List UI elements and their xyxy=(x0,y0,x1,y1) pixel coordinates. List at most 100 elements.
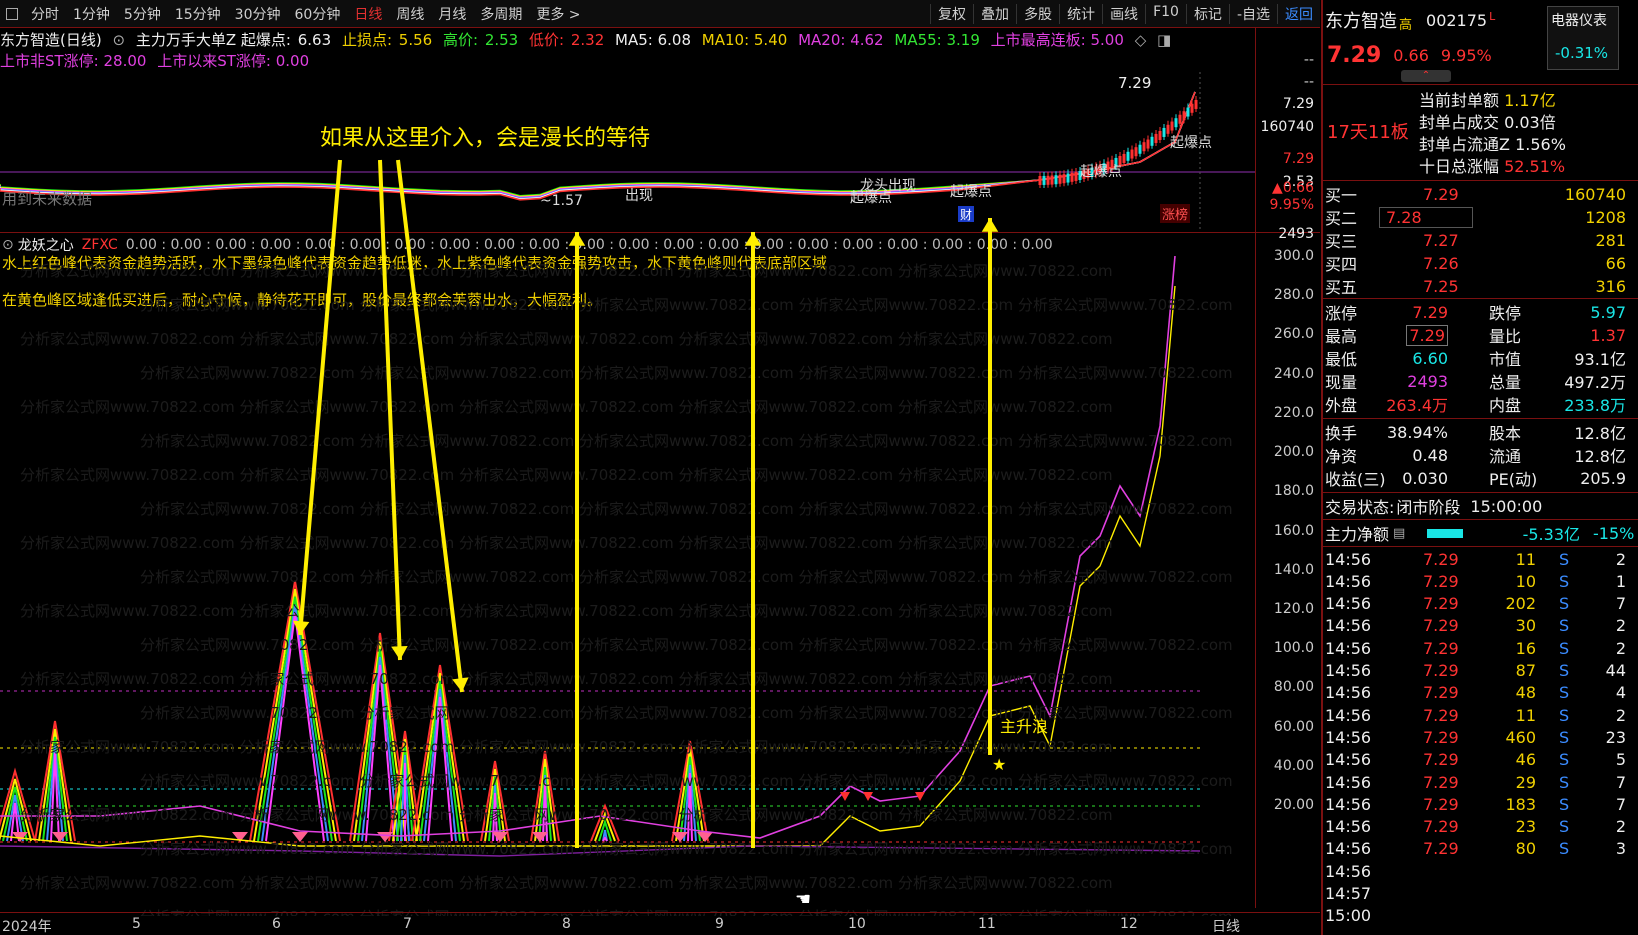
stat-label: 跌停 xyxy=(1489,304,1522,323)
bid-row: 买三 7.27 281 xyxy=(1323,228,1638,252)
price-change: 0.66 xyxy=(1393,45,1429,65)
axis-tick: 40.00 xyxy=(1273,757,1314,774)
tick-row: 14:56 7.29 10 S 1 xyxy=(1323,570,1638,592)
tick-side: S xyxy=(1559,571,1570,591)
axis-tick: 200.0 xyxy=(1273,444,1314,461)
stat-row: 外盘 263.4万 内盘 233.8万 xyxy=(1323,392,1638,416)
axis-top-label: 7.29 xyxy=(1282,151,1314,167)
axis-tick: 220.0 xyxy=(1273,404,1314,421)
time-label: 5 xyxy=(132,916,141,932)
indicator-chart[interactable]: 分析家公式网www.70822.com 分析家公式网www.70822.com … xyxy=(0,256,1255,916)
candle-body xyxy=(1178,114,1182,124)
period-tab[interactable]: 更多 > xyxy=(529,4,587,24)
tick-time: 14:56 xyxy=(1325,727,1372,747)
period-tab[interactable]: 周线 xyxy=(389,4,431,24)
seal-label: 当前封单额 xyxy=(1419,91,1500,110)
low-value: 2.32 xyxy=(570,31,605,49)
tick-side: S xyxy=(1559,817,1570,837)
bid-label: 买二 xyxy=(1325,209,1358,228)
candle-body xyxy=(1074,171,1078,181)
tick-volume: 183 xyxy=(1505,794,1536,814)
list-icon[interactable]: ▤ xyxy=(1393,526,1405,541)
toolbar-button[interactable]: 返回 xyxy=(1277,3,1320,24)
window-toggle-icon[interactable] xyxy=(6,7,18,20)
fund-row: 净资 0.48 流通 12.8亿 xyxy=(1323,443,1638,467)
period-tab[interactable]: 1分钟 xyxy=(66,4,117,24)
toolbar-button[interactable]: 叠加 xyxy=(973,3,1016,24)
bid-volume: 160740 xyxy=(1564,184,1626,204)
candle-body xyxy=(1174,118,1178,128)
rank-label[interactable]: 涨榜 xyxy=(1160,204,1191,223)
chart-label: ~1.57 xyxy=(540,193,583,209)
tick-row: 14:56 7.29 29 S 7 xyxy=(1323,771,1638,793)
period-label[interactable]: 日线 xyxy=(1212,916,1240,935)
tick-volume: 30 xyxy=(1515,616,1536,636)
period-tab[interactable]: 5分钟 xyxy=(117,4,168,24)
tick-volume: 16 xyxy=(1515,638,1536,658)
qibao-value: 6.63 xyxy=(297,31,332,49)
bid-row: 买五 7.25 316 xyxy=(1323,274,1638,298)
period-tab[interactable]: 多周期 xyxy=(473,4,529,24)
tick-price: 7.29 xyxy=(1423,616,1459,636)
period-tab[interactable]: 月线 xyxy=(431,4,473,24)
tick-volume: 46 xyxy=(1515,750,1536,770)
panel-toggle-icon[interactable]: ◨ xyxy=(1157,31,1171,49)
tick-volume: 11 xyxy=(1515,705,1536,725)
fund-label: 股本 xyxy=(1489,424,1522,443)
toolbar-button[interactable]: 标记 xyxy=(1185,3,1229,24)
toolbar-button[interactable]: F10 xyxy=(1145,3,1186,24)
dropdown-icon[interactable]: ⊙ xyxy=(113,31,126,49)
tick-row: 14:57 xyxy=(1323,883,1638,905)
toolbar-button[interactable]: 多股 xyxy=(1016,3,1059,24)
chart-label: 起爆点 xyxy=(1080,164,1122,180)
chart-title: 东方智造(日线) xyxy=(0,31,102,49)
fund-value: 0.48 xyxy=(1412,445,1448,465)
candle-body xyxy=(1066,173,1070,183)
bid-price: 7.28 xyxy=(1379,206,1473,228)
seal-float: 1.56% xyxy=(1515,135,1566,154)
tick-row: 14:56 7.29 11 S 2 xyxy=(1323,548,1638,570)
stock-mark: 高 xyxy=(1399,17,1413,33)
diamond-icon[interactable]: ◇ xyxy=(1135,31,1147,49)
main-price-chart[interactable]: ~1.57 出现龙头出现起爆点 起爆点起爆点起爆点7.29财 xyxy=(0,72,1255,232)
tick-count: 7 xyxy=(1615,772,1626,792)
watermark: 分析家公式网www.70822.com 分析家公式网www.70822.com … xyxy=(140,636,1233,654)
tick-side: S xyxy=(1559,638,1570,658)
tick-row: 15:00 xyxy=(1323,905,1638,927)
seal-turn-label: 封单占成交 xyxy=(1419,113,1500,132)
fund-row: 换手 38.94% 股本 12.8亿 xyxy=(1323,420,1638,444)
axis-tick: 160.0 xyxy=(1273,522,1314,539)
bid-price: 7.29 xyxy=(1423,184,1459,204)
period-tab[interactable]: 60分钟 xyxy=(288,4,348,24)
fund-label: 净资 xyxy=(1325,447,1358,466)
toolbar-button[interactable]: 复权 xyxy=(930,3,973,24)
toolbar-button[interactable]: 统计 xyxy=(1059,3,1102,24)
axis-tick: 80.00 xyxy=(1273,679,1314,696)
watermark: 分析家公式网www.70822.com 分析家公式网www.70822.com … xyxy=(20,330,1113,348)
stat-value: 5.97 xyxy=(1590,302,1626,322)
price-pct: 9.95% xyxy=(1440,45,1492,65)
stat-value: 93.1亿 xyxy=(1574,350,1626,369)
tick-row: 14:56 xyxy=(1323,860,1638,882)
stat-value: 6.60 xyxy=(1412,348,1448,368)
collapse-icon[interactable]: ⌃ xyxy=(1401,70,1451,82)
watermark: 分析家公式网www.70822.com 分析家公式网www.70822.com … xyxy=(140,432,1233,450)
toolbar-button[interactable]: 画线 xyxy=(1102,3,1145,24)
period-tab[interactable]: 日线 xyxy=(347,4,389,24)
candle-body xyxy=(1042,175,1046,185)
indicator-dropdown-icon[interactable]: ⊙ xyxy=(2,237,14,253)
toolbar-button[interactable]: -自选 xyxy=(1228,3,1277,24)
period-tab[interactable]: 15分钟 xyxy=(168,4,228,24)
tick-price: 7.29 xyxy=(1423,683,1459,703)
tick-count: 1 xyxy=(1615,571,1626,591)
period-tab[interactable]: 分时 xyxy=(24,4,66,24)
period-tab[interactable]: 30分钟 xyxy=(228,4,288,24)
tick-volume: 11 xyxy=(1515,549,1536,569)
annotation-text: 如果从这里介入，会是漫长的等待 xyxy=(320,126,651,151)
fund-row: 收益(三) 0.030 PE(动) 205.9 xyxy=(1323,466,1638,490)
fund-value: 38.94% xyxy=(1386,422,1448,442)
tick-count: 4 xyxy=(1615,683,1626,703)
tick-row: 14:56 7.29 16 S 2 xyxy=(1323,637,1638,659)
candle-body xyxy=(1194,99,1198,109)
sector-name: 电器仪表 xyxy=(1551,13,1607,29)
